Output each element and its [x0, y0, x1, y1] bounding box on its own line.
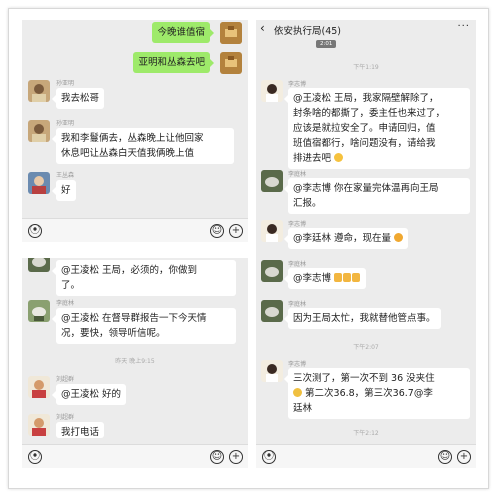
input-bar: ⦿ ☺ + — [256, 444, 476, 468]
sender-name: 李庭林 — [288, 301, 307, 308]
message-bubble[interactable]: @王凌松 王局，我家隔壁解除了， 封条啥的都撕了，委主任也来过了， 应该是就拉安… — [284, 88, 470, 169]
timestamp: 昨天 晚上9:15 — [115, 358, 155, 365]
voice-icon[interactable]: ⦿ — [262, 450, 276, 464]
thumbs-up-icon — [343, 273, 352, 282]
sender-name: 孙亚明 — [56, 80, 75, 87]
sender-name: 王丛森 — [56, 172, 75, 179]
message-bubble[interactable]: @李廷林 遵命，现在量 — [283, 228, 409, 249]
voice-icon[interactable]: ⦿ — [28, 224, 42, 238]
ellipsis-icon[interactable]: ··· — [457, 21, 470, 32]
message-bubble[interactable]: @王凌松 王局，必须的，你做到 了。 — [52, 260, 236, 296]
timestamp: 下午2:12 — [353, 430, 379, 437]
message-bubble[interactable]: 好 — [52, 180, 76, 201]
timestamp: 下午1:19 — [353, 64, 379, 71]
chat-title-bar: ‹ 依安执行局(45) ··· — [256, 20, 476, 38]
avatar[interactable] — [28, 258, 50, 272]
flexed-emoji-icon — [394, 233, 404, 242]
sender-name: 李庭林 — [288, 261, 307, 268]
sender-name: 李志博 — [288, 81, 307, 88]
message-bubble[interactable]: @李志博 — [283, 268, 367, 289]
avatar[interactable] — [28, 120, 50, 142]
thumbs-up-icon — [352, 273, 361, 282]
laugh-emoji-icon — [293, 388, 302, 397]
timestamp: 下午2:07 — [353, 344, 379, 351]
avatar[interactable] — [28, 414, 50, 436]
sender-name: 李庭林 — [56, 300, 75, 307]
avatar[interactable] — [261, 170, 283, 192]
plus-icon[interactable]: + — [229, 224, 243, 238]
sender-name: 刘超群 — [56, 376, 75, 383]
sender-name: 孙亚明 — [56, 120, 75, 127]
emoji-icon[interactable]: ☺ — [210, 224, 224, 238]
voice-icon[interactable]: ⦿ — [28, 450, 42, 464]
avatar[interactable] — [261, 360, 283, 382]
sender-name: 李庭林 — [288, 171, 307, 178]
emoji-icon[interactable]: ☺ — [438, 450, 452, 464]
avatar[interactable] — [261, 220, 283, 242]
video-stub[interactable]: 2:01 — [316, 40, 337, 48]
message-bubble[interactable]: @王凌松 在督导群报告一下今天情 况，要快，领导听信呢。 — [52, 308, 236, 344]
avatar[interactable] — [220, 22, 242, 44]
input-bar: ⦿ ☺ + — [22, 218, 248, 242]
avatar[interactable] — [28, 300, 50, 322]
sender-name: 李志博 — [288, 361, 307, 368]
message-bubble-sent[interactable]: 亚明和丛森去吧 — [133, 52, 214, 73]
plus-icon[interactable]: + — [457, 450, 471, 464]
message-bubble[interactable]: 我和李鬘俩去，丛森晚上让他回家 休息吧让丛森白天值我俩晚上值 — [52, 128, 234, 164]
chat-panel-top-left: 今晚谁值宿 亚明和丛森去吧 孙亚明 我去松哥 孙亚明 我和李鬘俩去，丛森晚上让他… — [22, 20, 248, 242]
message-bubble[interactable]: 我去松哥 — [51, 88, 105, 109]
message-bubble[interactable]: 我打电话 — [56, 422, 105, 438]
sender-name: 李志博 — [288, 221, 307, 228]
chat-panel-bottom-left: @王凌松 王局，必须的，你做到 了。 李庭林 @王凌松 在督导群报告一下今天情 … — [22, 258, 248, 468]
avatar[interactable] — [28, 80, 50, 102]
emoji-icon[interactable]: ☺ — [210, 450, 224, 464]
avatar[interactable] — [28, 172, 50, 194]
avatar[interactable] — [261, 260, 283, 282]
avatar[interactable] — [28, 376, 50, 398]
message-bubble[interactable]: 三次测了，第一次不到 36 没夹住 第二次36.8，第三次36.7@李 廷林 — [284, 368, 470, 419]
message-bubble[interactable]: @王凌松 好的 — [51, 384, 127, 405]
chat-title: 依安执行局(45) — [274, 26, 342, 37]
sender-name: 刘超群 — [56, 414, 75, 421]
thumbs-up-icon — [334, 273, 343, 282]
avatar[interactable] — [261, 300, 283, 322]
chevron-left-icon[interactable]: ‹ — [260, 21, 265, 35]
smile-emoji-icon — [334, 153, 344, 162]
avatar[interactable] — [261, 80, 283, 102]
avatar[interactable] — [220, 52, 242, 74]
input-bar: ⦿ ☺ + — [22, 444, 248, 468]
plus-icon[interactable]: + — [229, 450, 243, 464]
message-bubble[interactable]: 因为王局太忙，我就替他管点事。 — [284, 308, 441, 329]
message-bubble[interactable]: @李志博 你在家量完体温再向王局 汇报。 — [284, 178, 470, 214]
message-bubble-sent[interactable]: 今晚谁值宿 — [152, 22, 214, 43]
chat-panel-right: ‹ 依安执行局(45) ··· 2:01 下午1:19 李志博 @王凌松 王局，… — [256, 20, 476, 468]
